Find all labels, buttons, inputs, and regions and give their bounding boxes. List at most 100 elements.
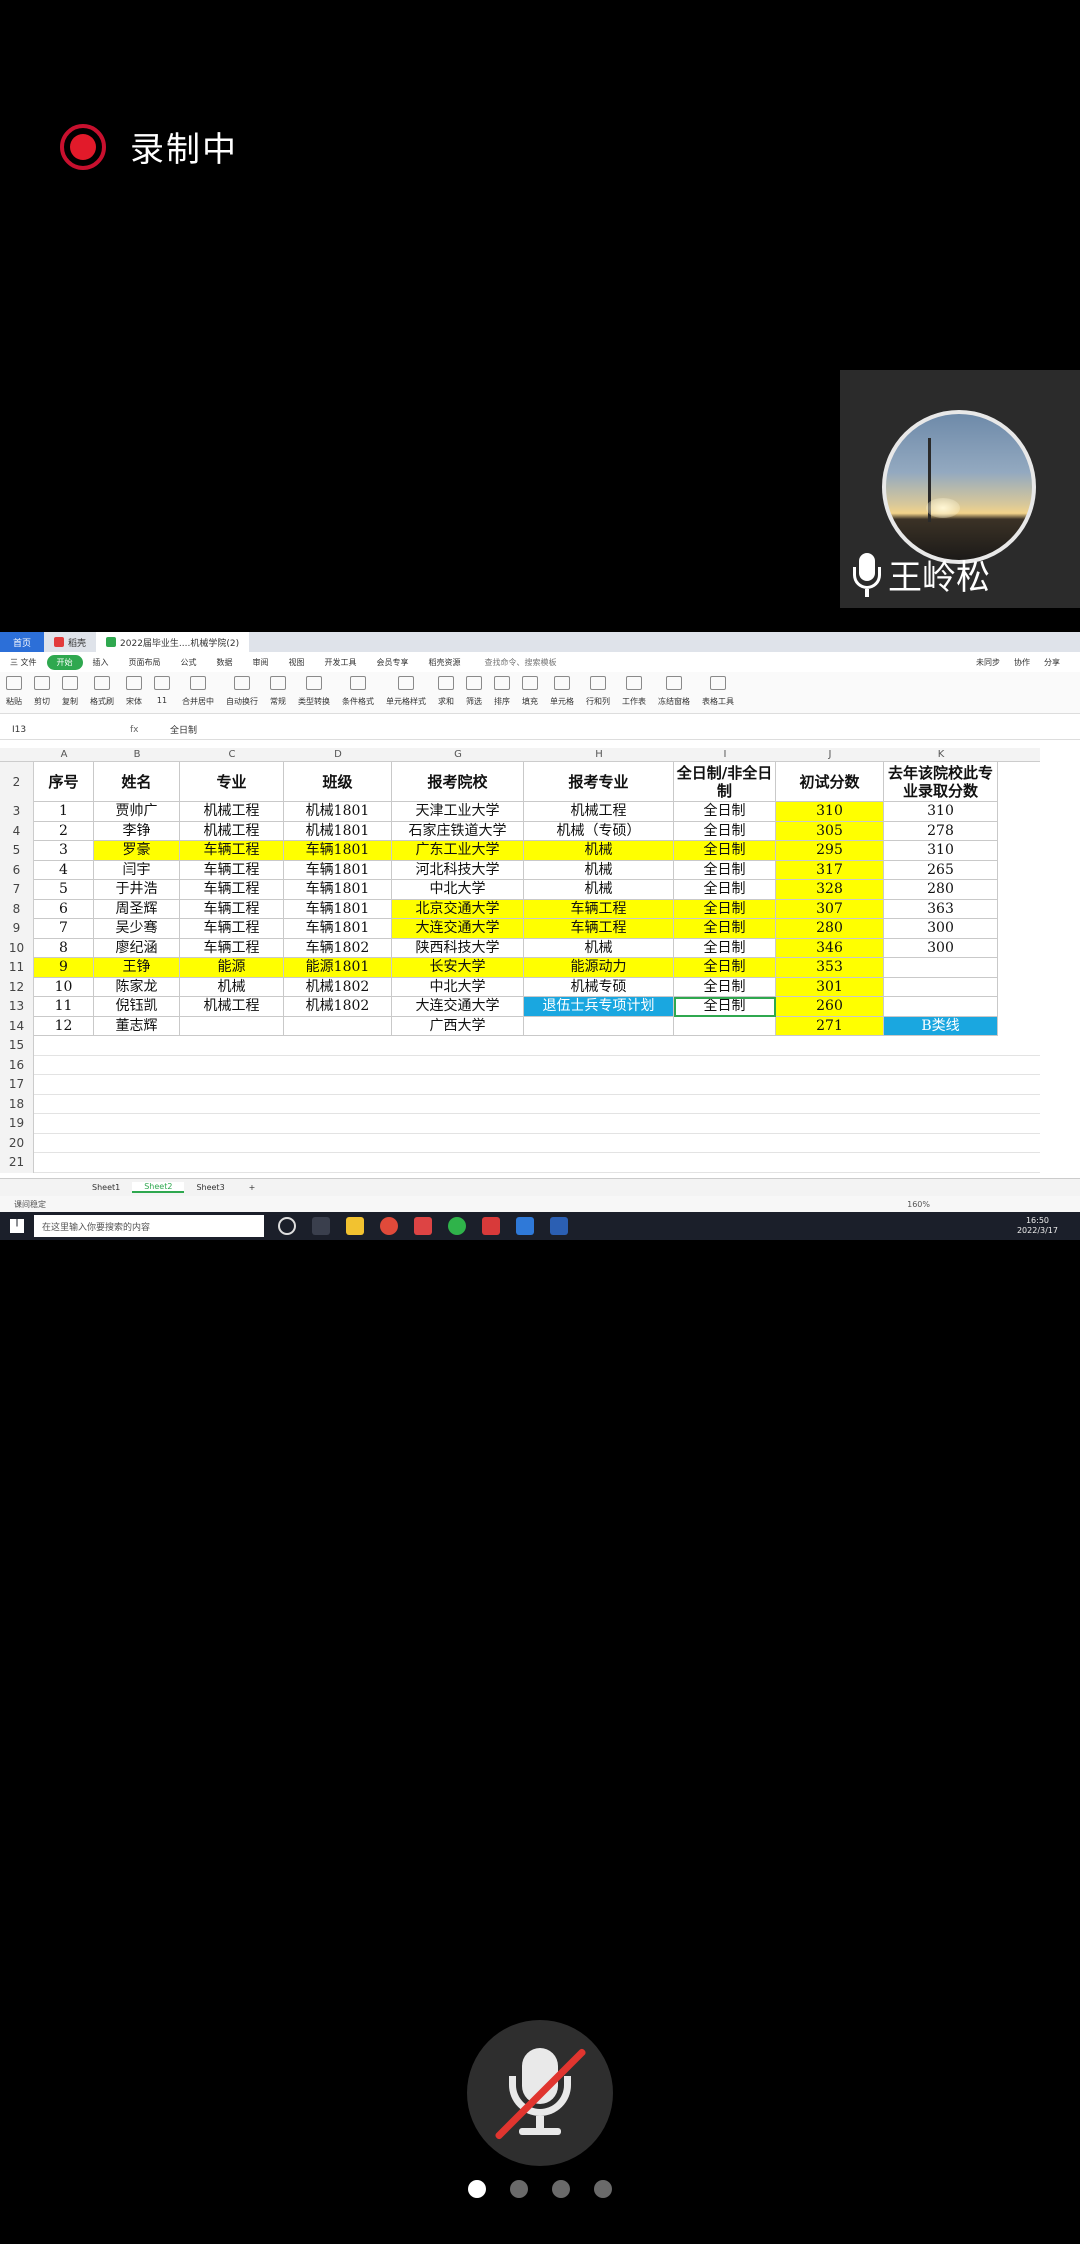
ribbon-button[interactable]: 宋体 xyxy=(120,676,148,707)
table-cell[interactable]: 310 xyxy=(884,841,998,861)
shared-screen[interactable]: 首页 稻壳 2022届毕业生....机械学院(2) 三 文件 开始 插入 页面布… xyxy=(0,632,1080,1240)
table-header-cell[interactable]: 初试分数 xyxy=(776,762,884,802)
ribbon-button[interactable]: 表格工具 xyxy=(696,676,740,707)
table-cell[interactable]: 车辆1801 xyxy=(284,919,392,939)
empty-row[interactable] xyxy=(34,1113,1040,1114)
ribbon-button[interactable]: 条件格式 xyxy=(336,676,380,707)
table-cell[interactable]: 机械 xyxy=(524,860,674,880)
ribbon-button[interactable]: 类型转换 xyxy=(292,676,336,707)
table-cell[interactable]: 车辆工程 xyxy=(180,841,284,861)
ribbon-button[interactable]: 复制 xyxy=(56,676,84,707)
table-cell[interactable]: 车辆1802 xyxy=(284,938,392,958)
row-header[interactable]: 16 xyxy=(0,1055,34,1075)
ribbon-button[interactable]: 单元格 xyxy=(544,676,580,707)
table-cell[interactable]: 机械 xyxy=(524,841,674,861)
row-header[interactable]: 7 xyxy=(0,880,34,900)
windows-start-icon[interactable] xyxy=(10,1219,24,1233)
formula-input[interactable]: 全日制 xyxy=(170,723,197,736)
ribbon-button[interactable]: 填充 xyxy=(516,676,544,707)
empty-row[interactable] xyxy=(34,1074,1040,1075)
table-cell[interactable]: 6 xyxy=(34,899,94,919)
fx-icon[interactable]: fx xyxy=(130,725,170,735)
page-indicator[interactable] xyxy=(468,2180,612,2198)
sheet-tab-1[interactable]: Sheet1 xyxy=(80,1183,132,1192)
row-header[interactable]: 10 xyxy=(0,938,34,958)
table-cell[interactable]: 天津工业大学 xyxy=(392,802,524,822)
table-cell[interactable]: 大连交通大学 xyxy=(392,997,524,1017)
table-cell[interactable]: 300 xyxy=(884,919,998,939)
table-cell[interactable]: 295 xyxy=(776,841,884,861)
table-cell[interactable]: 罗豪 xyxy=(94,841,180,861)
table-cell[interactable]: 机械1802 xyxy=(284,997,392,1017)
column-header[interactable]: K xyxy=(884,748,998,762)
page-dot-3[interactable] xyxy=(552,2180,570,2198)
ribbon-button[interactable]: 常规 xyxy=(264,676,292,707)
table-cell[interactable]: 8 xyxy=(34,938,94,958)
ribbon-button[interactable]: 剪切 xyxy=(28,676,56,707)
chrome-icon[interactable] xyxy=(380,1217,398,1235)
file-explorer-icon[interactable] xyxy=(346,1217,364,1235)
row-header[interactable]: 18 xyxy=(0,1094,34,1114)
menu-formula[interactable]: 公式 xyxy=(171,657,207,668)
row-header[interactable]: 11 xyxy=(0,958,34,978)
sync-status[interactable]: 未同步 xyxy=(976,657,1000,668)
table-cell[interactable] xyxy=(884,977,998,997)
column-header[interactable]: I xyxy=(674,748,776,762)
table-header-cell[interactable]: 专业 xyxy=(180,762,284,802)
zoom-level[interactable]: 160% xyxy=(907,1200,930,1209)
table-cell[interactable]: 车辆1801 xyxy=(284,841,392,861)
row-header[interactable]: 8 xyxy=(0,899,34,919)
table-cell[interactable]: 全日制 xyxy=(674,860,776,880)
empty-row[interactable] xyxy=(34,1054,1040,1056)
row-header[interactable]: 9 xyxy=(0,919,34,939)
table-cell[interactable]: 机械工程 xyxy=(180,821,284,841)
table-header-cell[interactable]: 报考专业 xyxy=(524,762,674,802)
ribbon-button[interactable]: 冻结窗格 xyxy=(652,676,696,707)
table-cell[interactable]: 全日制 xyxy=(674,938,776,958)
sheet-tab-3[interactable]: Sheet3 xyxy=(184,1183,236,1192)
table-cell[interactable]: 能源 xyxy=(180,958,284,978)
table-cell[interactable]: 5 xyxy=(34,880,94,900)
table-cell[interactable]: 机械 xyxy=(524,938,674,958)
sheet-tab-2[interactable]: Sheet2 xyxy=(132,1182,185,1193)
row-header[interactable]: 12 xyxy=(0,977,34,997)
menu-review[interactable]: 审阅 xyxy=(243,657,279,668)
table-cell[interactable]: 周圣辉 xyxy=(94,899,180,919)
table-cell[interactable]: 300 xyxy=(884,938,998,958)
table-cell[interactable]: 317 xyxy=(776,860,884,880)
table-cell[interactable]: 全日制 xyxy=(674,958,776,978)
ribbon-button[interactable]: 自动换行 xyxy=(220,676,264,707)
table-cell[interactable]: 机械（专硕） xyxy=(524,821,674,841)
row-header[interactable]: 15 xyxy=(0,1036,34,1056)
table-cell[interactable]: 车辆1801 xyxy=(284,880,392,900)
menu-insert[interactable]: 插入 xyxy=(83,657,119,668)
page-dot-1[interactable] xyxy=(468,2180,486,2198)
menu-data[interactable]: 数据 xyxy=(207,657,243,668)
cortana-icon[interactable] xyxy=(278,1217,296,1235)
table-cell[interactable]: 车辆工程 xyxy=(524,919,674,939)
row-header[interactable]: 3 xyxy=(0,802,34,822)
table-cell[interactable]: 车辆工程 xyxy=(180,919,284,939)
ribbon-button[interactable]: 行和列 xyxy=(580,676,616,707)
row-header[interactable]: 19 xyxy=(0,1114,34,1134)
table-cell[interactable]: 机械 xyxy=(180,977,284,997)
table-cell[interactable]: 全日制 xyxy=(674,977,776,997)
table-cell[interactable]: 陈家龙 xyxy=(94,977,180,997)
table-cell[interactable] xyxy=(524,1016,674,1036)
table-cell[interactable]: 全日制 xyxy=(674,997,776,1017)
empty-row[interactable] xyxy=(34,1171,1040,1173)
table-cell[interactable]: 全日制 xyxy=(674,802,776,822)
table-cell[interactable]: 305 xyxy=(776,821,884,841)
empty-row[interactable] xyxy=(34,1152,1040,1153)
table-cell[interactable]: 北京交通大学 xyxy=(392,899,524,919)
table-cell[interactable]: 310 xyxy=(776,802,884,822)
table-cell[interactable]: 中北大学 xyxy=(392,880,524,900)
menu-view[interactable]: 视图 xyxy=(279,657,315,668)
menu-start[interactable]: 开始 xyxy=(46,654,83,670)
table-cell[interactable]: 吴少骞 xyxy=(94,919,180,939)
ribbon-button[interactable]: 工作表 xyxy=(616,676,652,707)
table-cell[interactable]: 260 xyxy=(776,997,884,1017)
taskbar-clock[interactable]: 16:50 2022/3/17 xyxy=(1017,1216,1058,1236)
ribbon-button[interactable]: 格式刷 xyxy=(84,676,120,707)
table-cell[interactable] xyxy=(884,958,998,978)
